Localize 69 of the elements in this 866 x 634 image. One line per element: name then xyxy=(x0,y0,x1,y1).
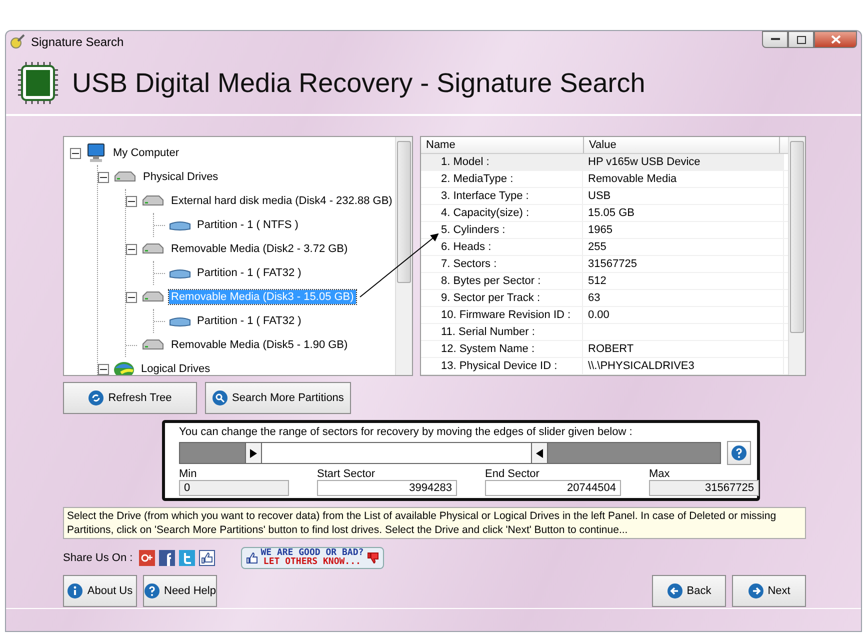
table-row[interactable]: 1. Model : HP v165w USB Device xyxy=(421,154,788,171)
table-cell: ROBERT xyxy=(583,341,784,357)
sector-field[interactable]: 31567725 xyxy=(649,480,759,496)
instructions-text: Select the Drive (from which you want to recover data) from the List of available Physical or Logical Drives in the left Panel. In case of Deleted or missing Partitions, click on 'Search More Partitions' button to find lost drives. Select the Drive and click 'Next' Button to continue... xyxy=(63,507,806,539)
field-label: End Sector xyxy=(485,468,540,480)
table-row[interactable]: 7. Sectors : 31567725 xyxy=(421,256,788,273)
tree-item[interactable]: Logical Drives xyxy=(139,362,212,375)
table-row[interactable]: 4. Capacity(size) : 15.05 GB xyxy=(421,205,788,222)
table-cell: 9. Sector per Track : xyxy=(421,290,583,306)
table-cell: 8. Bytes per Sector : xyxy=(421,273,583,289)
table-cell: 12. System Name : xyxy=(421,341,583,357)
column-header[interactable]: Name xyxy=(421,137,584,153)
table-cell: 10. Firmware Revision ID : xyxy=(421,307,583,323)
tree-item[interactable]: Removable Media (Disk2 - 3.72 GB) xyxy=(169,242,350,256)
column-header[interactable]: Value xyxy=(584,137,780,153)
nav-button[interactable]: Back xyxy=(652,575,726,607)
table-cell: 63 xyxy=(583,290,784,306)
table-cell: 11. Serial Number : xyxy=(421,324,583,340)
table-row[interactable]: 8. Bytes per Sector : 512 xyxy=(421,273,788,290)
table-row[interactable]: 13. Physical Device ID : \\.\PHYSICALDRIVE3 xyxy=(421,358,788,375)
table-cell: 255 xyxy=(583,239,784,255)
table-cell: HP v165w USB Device xyxy=(583,154,784,170)
table-cell: 15.05 GB xyxy=(583,205,784,221)
table-cell: \\.\PHYSICALDRIVE3 xyxy=(583,358,784,374)
tree-item[interactable]: External hard disk media (Disk4 - 232.88 GB) xyxy=(169,194,394,208)
table-cell: 6. Heads : xyxy=(421,239,583,255)
table-cell: 5. Cylinders : xyxy=(421,222,583,238)
table-row[interactable]: 2. MediaType : Removable Media xyxy=(421,171,788,188)
table-cell: 0.00 xyxy=(583,307,784,323)
sector-field[interactable]: 20744504 xyxy=(485,480,621,496)
table-row[interactable]: 6. Heads : 255 xyxy=(421,239,788,256)
tree-item[interactable]: Removable Media (Disk5 - 1.90 GB) xyxy=(169,338,350,352)
table-row[interactable]: 10. Firmware Revision ID : 0.00 xyxy=(421,307,788,324)
field-label: Max xyxy=(649,468,671,480)
field-label: Min xyxy=(179,468,198,480)
table-row[interactable]: 11. Serial Number : xyxy=(421,324,788,341)
table-cell: 512 xyxy=(583,273,784,289)
footer-button[interactable]: About Us xyxy=(63,575,137,607)
tree-item[interactable]: Partition - 1 ( FAT32 ) xyxy=(195,266,304,280)
action-button[interactable]: Refresh Tree xyxy=(63,382,197,414)
range-hint: You can change the range of sectors for recovery by moving the edges of slider given below : xyxy=(179,426,634,438)
tree-item[interactable]: Partition - 1 ( NTFS ) xyxy=(195,218,300,232)
table-cell: 13. Physical Device ID : xyxy=(421,358,583,374)
tree-item[interactable]: My Computer xyxy=(111,146,182,160)
table-row[interactable]: 5. Cylinders : 1965 xyxy=(421,222,788,239)
sector-field[interactable]: 3994283 xyxy=(317,480,457,496)
share-label: Share Us On : xyxy=(63,552,133,564)
table-cell: Removable Media xyxy=(583,171,784,187)
table-cell: 2. MediaType : xyxy=(421,171,583,187)
table-cell: 7. Sectors : xyxy=(421,256,583,272)
footer-button[interactable]: Need Help xyxy=(143,575,217,607)
table-cell: 1. Model : xyxy=(421,154,583,170)
table-cell: 4. Capacity(size) : xyxy=(421,205,583,221)
tree-item[interactable]: Partition - 1 ( FAT32 ) xyxy=(195,314,304,328)
table-row[interactable]: 3. Interface Type : USB xyxy=(421,188,788,205)
table-cell: 31567725 xyxy=(583,256,784,272)
app-title: USB Digital Media Recovery - Signature Search xyxy=(72,68,646,98)
table-cell: 3. Interface Type : xyxy=(421,188,583,204)
table-cell: USB xyxy=(583,188,784,204)
nav-button[interactable]: Next xyxy=(732,575,806,607)
action-button[interactable]: Search More Partitions xyxy=(205,382,351,414)
table-cell: 1965 xyxy=(583,222,784,238)
feedback-banner[interactable]: WE ARE GOOD OR BAD? LET OTHERS KNOW... xyxy=(240,547,384,569)
tree-item[interactable]: Physical Drives xyxy=(141,170,220,184)
field-label: Start Sector xyxy=(317,468,376,480)
sector-field[interactable]: 0 xyxy=(179,480,289,496)
table-row[interactable]: 12. System Name : ROBERT xyxy=(421,341,788,358)
table-row[interactable]: 9. Sector per Track : 63 xyxy=(421,290,788,307)
window-title: Signature Search xyxy=(31,34,124,48)
